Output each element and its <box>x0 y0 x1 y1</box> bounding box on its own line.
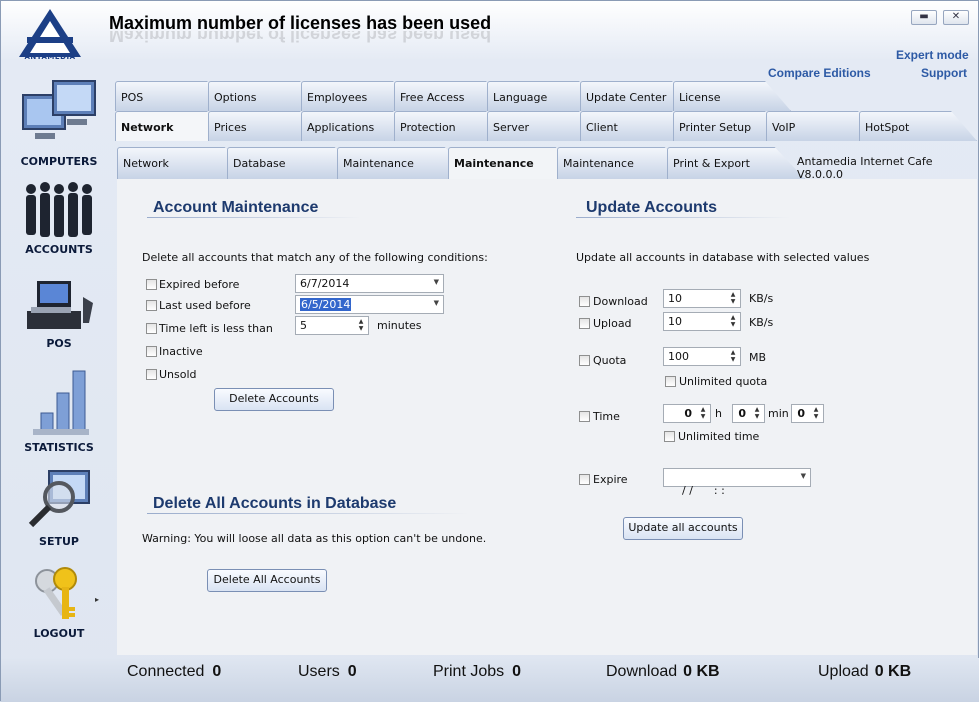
inactive-label: Inactive <box>159 345 203 358</box>
delete-all-accounts-button[interactable]: Delete All Accounts <box>207 569 327 592</box>
unsold-checkbox[interactable] <box>146 369 157 380</box>
unlimited-time-checkbox[interactable] <box>664 431 675 442</box>
window-title-reflection: Maximum number of licenses has been used <box>109 31 492 45</box>
time-left-checkbox[interactable] <box>146 323 157 334</box>
update-accounts-description: Update all accounts in database with sel… <box>576 251 870 264</box>
sidebar-item-computers[interactable]: COMPUTERS <box>7 77 111 168</box>
status-upload: Upload 0 KB <box>818 663 912 680</box>
chevron-down-icon: ▼ <box>800 472 806 480</box>
time-left-label: Time left is less than <box>159 322 273 335</box>
accounts-icon <box>26 182 92 237</box>
sidebar-item-label: SETUP <box>39 535 79 548</box>
account-maintenance-description: Delete all accounts that match any of th… <box>142 251 488 264</box>
quota-input[interactable]: 100 ▲ ▼ <box>663 347 741 366</box>
time-seconds-input[interactable]: 0 ▲ ▼ <box>791 404 824 423</box>
spinner-arrows-icon[interactable]: ▲ ▼ <box>697 406 709 421</box>
upload-unit: KB/s <box>749 316 774 329</box>
expire-datetime-input[interactable]: / / : : ▼ <box>663 468 811 497</box>
subtab-print-export[interactable]: Print & Export <box>667 147 805 179</box>
inactive-checkbox[interactable] <box>146 346 157 357</box>
spinner-arrows-icon[interactable]: ▲ ▼ <box>727 291 739 306</box>
upload-input[interactable]: 10 ▲ ▼ <box>663 312 741 331</box>
unlimited-quota-checkbox[interactable] <box>665 376 676 387</box>
spinner-arrows-icon[interactable]: ▲ ▼ <box>810 406 822 421</box>
section-underline <box>147 513 469 514</box>
time-minutes-input[interactable]: 0 ▲ ▼ <box>732 404 765 423</box>
expired-before-checkbox[interactable] <box>146 279 157 290</box>
time-left-input[interactable]: 5 ▲ ▼ <box>295 316 369 335</box>
minimize-button[interactable]: ▬ <box>911 10 937 25</box>
time-minutes-unit: min <box>768 407 789 420</box>
status-print-jobs: Print Jobs 0 <box>433 663 522 680</box>
unsold-label: Unsold <box>159 368 197 381</box>
expired-before-date[interactable]: 6/7/2014 ▼ <box>295 274 444 293</box>
spinner-arrows-icon[interactable]: ▲ ▼ <box>355 318 367 333</box>
update-all-accounts-button[interactable]: Update all accounts <box>623 517 743 540</box>
time-hours-unit: h <box>715 407 722 420</box>
account-maintenance-title: Account Maintenance <box>153 199 319 216</box>
pos-terminal-icon <box>27 281 93 329</box>
status-users: Users 0 <box>298 663 357 680</box>
download-checkbox[interactable] <box>579 296 590 307</box>
upload-label: Upload <box>593 317 632 330</box>
expired-before-label: Expired before <box>159 278 240 291</box>
last-used-before-label: Last used before <box>159 299 251 312</box>
sidebar-item-label: LOGOUT <box>33 627 85 640</box>
keys-icon <box>35 567 77 619</box>
spinner-arrows-icon[interactable]: ▲ ▼ <box>727 349 739 364</box>
quota-unit: MB <box>749 351 767 364</box>
app-window: ANTAMEDIA Maximum number of licenses has… <box>0 0 979 702</box>
status-download: Download 0 KB <box>606 663 720 680</box>
download-unit: KB/s <box>749 292 774 305</box>
update-accounts-title: Update Accounts <box>586 199 717 216</box>
time-label: Time <box>593 410 620 423</box>
delete-all-title: Delete All Accounts in Database <box>153 495 397 512</box>
time-hours-input[interactable]: 0 ▲ ▼ <box>663 404 711 423</box>
version-label: Antamedia Internet Cafe V8.0.0.0 <box>797 155 933 181</box>
computers-icon <box>22 80 96 139</box>
chevron-down-icon: ▼ <box>433 299 439 307</box>
tab-hotspot[interactable]: HotSpot <box>859 111 977 141</box>
time-checkbox[interactable] <box>579 411 590 422</box>
download-input[interactable]: 10 ▲ ▼ <box>663 289 741 308</box>
sidebar-item-pos[interactable]: POS <box>7 277 111 350</box>
unlimited-quota-label: Unlimited quota <box>679 375 768 388</box>
sidebar-item-label: POS <box>46 337 72 350</box>
upload-checkbox[interactable] <box>579 318 590 329</box>
logout-arrow-icon: ▸ <box>95 595 100 604</box>
section-underline <box>147 217 361 218</box>
delete-accounts-button[interactable]: Delete Accounts <box>214 388 334 411</box>
sidebar-item-statistics[interactable]: STATISTICS <box>7 367 111 454</box>
tab-license[interactable]: License <box>673 81 791 111</box>
download-label: Download <box>593 295 648 308</box>
sidebar-item-label: COMPUTERS <box>20 155 98 168</box>
expire-label: Expire <box>593 473 628 486</box>
sidebar-item-setup[interactable]: SETUP <box>7 467 111 548</box>
expert-mode-link[interactable]: Expert mode <box>896 48 969 62</box>
section-underline <box>576 217 790 218</box>
sidebar-item-accounts[interactable]: ACCOUNTS <box>7 179 111 256</box>
sidebar-item-label: STATISTICS <box>24 441 94 454</box>
time-left-unit: minutes <box>377 319 422 332</box>
statistics-chart-icon <box>33 370 89 435</box>
logo-text: ANTAMEDIA <box>24 53 76 61</box>
quota-label: Quota <box>593 354 627 367</box>
quota-checkbox[interactable] <box>579 355 590 366</box>
spinner-arrows-icon[interactable]: ▲ ▼ <box>751 406 763 421</box>
support-link[interactable]: Support <box>921 66 967 80</box>
sidebar-item-label: ACCOUNTS <box>25 243 93 256</box>
spinner-arrows-icon[interactable]: ▲ ▼ <box>727 314 739 329</box>
expire-checkbox[interactable] <box>579 474 590 485</box>
status-connected: Connected 0 <box>127 663 222 680</box>
chevron-down-icon: ▼ <box>433 278 439 286</box>
unlimited-time-label: Unlimited time <box>678 430 760 443</box>
last-used-before-checkbox[interactable] <box>146 300 157 311</box>
close-button[interactable]: ✕ <box>943 10 969 25</box>
compare-editions-link[interactable]: Compare Editions <box>768 66 871 80</box>
last-used-before-date[interactable]: 6/5/2014 ▼ <box>295 295 444 314</box>
setup-magnifier-icon <box>28 470 90 528</box>
delete-all-warning: Warning: You will loose all data as this… <box>142 532 487 545</box>
sidebar: COMPUTERS ACCOUNTS POS STATISTICS SETUP … <box>1 73 115 658</box>
